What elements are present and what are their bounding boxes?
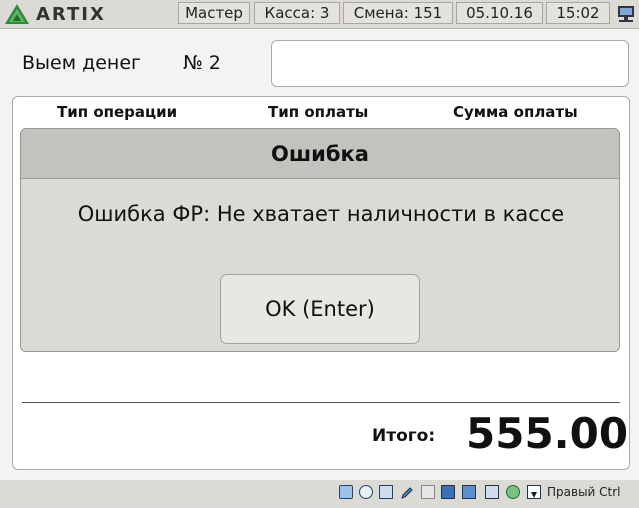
network-status-icon [615, 3, 637, 25]
total-label: Итого: [372, 426, 436, 446]
status-user: Мастер [178, 2, 250, 24]
windows-icon[interactable] [462, 485, 476, 499]
app-logo: ARTIX [4, 3, 106, 25]
dialog-message: Ошибка ФР: Не хватает наличности в кассе [77, 202, 565, 226]
status-shift: Смена: 151 [343, 2, 453, 24]
arrow-down-icon[interactable] [527, 485, 541, 499]
total-divider [22, 402, 620, 403]
error-dialog: Ошибка Ошибка ФР: Не хватает наличности … [20, 128, 620, 352]
artix-logo-icon [4, 3, 30, 25]
cd-icon[interactable] [359, 485, 373, 499]
dialog-title: Ошибка [21, 129, 619, 179]
status-date: 05.10.16 [456, 2, 543, 24]
network-icon[interactable] [506, 485, 520, 499]
usb-icon[interactable] [379, 485, 393, 499]
status-time: 15:02 [546, 2, 610, 24]
document-number: № 2 [183, 52, 221, 74]
pen-icon[interactable] [400, 485, 414, 499]
folder-icon[interactable] [421, 485, 435, 499]
total-value: 555.00 [466, 409, 629, 458]
column-header-payment-type: Тип оплаты [268, 103, 369, 121]
display-icon[interactable] [441, 485, 455, 499]
document-title: Выем денег [22, 52, 142, 74]
status-register: Касса: 3 [254, 2, 340, 24]
column-header-payment-amount: Сумма оплаты [453, 103, 578, 121]
host-key-label: Правый Ctrl [547, 485, 621, 499]
top-status-bar: ARTIX Мастер Касса: 3 Смена: 151 05.10.1… [0, 0, 639, 29]
input-field[interactable] [271, 40, 629, 87]
app-logo-text: ARTIX [36, 3, 106, 25]
floppy-icon[interactable] [485, 485, 499, 499]
ok-button[interactable]: OK (Enter) [220, 274, 420, 344]
hdd-icon[interactable] [339, 485, 353, 499]
column-header-operation-type: Тип операции [57, 103, 178, 121]
vm-status-tray [0, 480, 639, 508]
